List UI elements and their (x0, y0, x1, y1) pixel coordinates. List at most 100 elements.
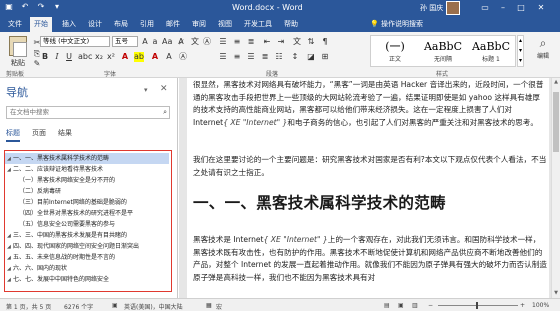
outline-item[interactable]: ◢ 四、四、现代国家的网络空间安全问题日渐突出 (5, 241, 169, 252)
tab-insert[interactable]: 插入 (58, 17, 80, 32)
scroll-down-icon[interactable]: ▼ (552, 289, 560, 297)
nav-tab-headings[interactable]: 标题 (6, 128, 20, 142)
outline-item[interactable]: （二）反病毒研 (5, 186, 169, 197)
outline-item[interactable]: ◢ 一、一、黑客技术属科学技术的范畴 (5, 153, 169, 164)
align-right-icon[interactable]: ☰ (246, 52, 256, 62)
body-paragraph[interactable]: 很显然，黑客技术对网络具有破坏能力，“黑客”一词是由英语 Hacker 音译出来… (193, 79, 547, 129)
document-page[interactable]: 很显然，黑客技术对网络具有破坏能力，“黑客”一词是由英语 Hacker 音译出来… (187, 78, 549, 298)
highlight-icon[interactable]: ab (134, 52, 144, 62)
tab-developer[interactable]: 开发工具 (240, 17, 276, 32)
customize-icon[interactable]: ▾ (52, 2, 62, 12)
styles-more-button[interactable]: ▴ ▾ ▾ (517, 35, 524, 67)
tab-view[interactable]: 视图 (214, 17, 236, 32)
grow-font-icon[interactable]: A (140, 37, 150, 47)
superscript-icon[interactable]: x² (106, 52, 116, 62)
web-layout-icon[interactable]: ▥ (412, 302, 418, 309)
char-border-icon[interactable]: Ⓐ (178, 52, 188, 62)
tell-me-search[interactable]: 💡 操作说明搜索 (370, 17, 423, 32)
close-icon[interactable]: ✕ (160, 84, 168, 94)
zoom-level[interactable]: 100% (532, 302, 549, 309)
nav-options-chevron-icon[interactable]: ▾ (144, 86, 148, 94)
outline-item[interactable]: ◢ 二、二、应该辩证地看待黑客技术 (5, 164, 169, 175)
undo-icon[interactable]: ↶ (20, 2, 30, 12)
proofing-icon[interactable]: ▣ (112, 302, 118, 309)
chinese-layout-icon[interactable]: 文 (292, 37, 302, 47)
tab-mailings[interactable]: 邮件 (162, 17, 184, 32)
tab-file[interactable]: 文件 (4, 17, 26, 32)
enclose-char-icon[interactable]: Ⓐ (202, 37, 212, 47)
shading-icon[interactable]: ◪ (306, 52, 316, 62)
restore-ribbon-icon[interactable]: ▭ (478, 1, 492, 15)
align-center-icon[interactable]: ≡ (232, 52, 242, 62)
user-name[interactable]: 孙 国庆 (420, 3, 443, 13)
scroll-thumb[interactable] (553, 92, 559, 152)
avatar[interactable] (446, 1, 460, 15)
language-indicator[interactable]: 英语(美国)，中国大陆 (124, 302, 183, 311)
phonetic-guide-icon[interactable]: 文 (190, 37, 200, 47)
close-icon[interactable]: ✕ (534, 1, 548, 15)
italic-icon[interactable]: I (52, 52, 62, 62)
underline-icon[interactable]: U (64, 52, 74, 62)
tab-layout[interactable]: 布局 (110, 17, 132, 32)
style-normal[interactable]: (一) 正文 (371, 36, 419, 66)
bold-icon[interactable]: B (40, 52, 50, 62)
macro-icon[interactable]: ▦ (206, 302, 212, 309)
zoom-in-icon[interactable]: + (520, 302, 525, 309)
show-marks-icon[interactable]: ¶ (320, 37, 330, 47)
font-color-icon[interactable]: A (150, 52, 160, 62)
nav-tab-results[interactable]: 结果 (58, 128, 72, 142)
strikethrough-icon[interactable]: abc (78, 52, 92, 62)
multilevel-list-icon[interactable]: ≣ (246, 37, 256, 47)
distributed-icon[interactable]: ☷ (274, 52, 284, 62)
align-left-icon[interactable]: ☰ (218, 52, 228, 62)
tab-review[interactable]: 审阅 (188, 17, 210, 32)
subscript-icon[interactable]: x₂ (94, 52, 104, 62)
sort-icon[interactable]: ⇅ (306, 37, 316, 47)
print-layout-icon[interactable]: ▣ (398, 302, 404, 309)
outline-item[interactable]: （三）目前Internet网络的基础是脆弱的 (5, 197, 169, 208)
save-icon[interactable]: ▣ (4, 2, 14, 12)
maximize-icon[interactable]: □ (514, 1, 528, 15)
search-icon[interactable]: ⌕ (163, 107, 167, 118)
zoom-slider[interactable] (438, 305, 518, 306)
heading-1[interactable]: 一、一、黑客技术属科学技术的范畴 (193, 191, 446, 213)
clear-formatting-icon[interactable]: A̷ (176, 37, 186, 47)
outline-item[interactable]: （五）信息安全公司需要黑客的参与 (5, 219, 169, 230)
redo-icon[interactable]: ↷ (36, 2, 46, 12)
numbering-icon[interactable]: ≡ (232, 37, 242, 47)
body-paragraph[interactable]: 黑客技术是 Internet{ XE "Internet" }上的一个客观存在，… (193, 234, 547, 284)
style-no-spacing[interactable]: AaBbC 无间隔 (419, 36, 467, 66)
style-heading-1[interactable]: AaBbC 标题 1 (467, 36, 515, 66)
tab-design[interactable]: 设计 (84, 17, 106, 32)
font-size-select[interactable]: 五号 (112, 36, 138, 47)
decrease-indent-icon[interactable]: ⇤ (262, 37, 272, 47)
bullets-icon[interactable]: ☰ (218, 37, 228, 47)
tab-home[interactable]: 开始 (30, 17, 52, 32)
zoom-out-icon[interactable]: − (428, 302, 433, 309)
line-spacing-icon[interactable]: ↕ (290, 52, 300, 62)
tab-references[interactable]: 引用 (136, 17, 158, 32)
word-count[interactable]: 6276 个字 (64, 302, 93, 311)
vertical-scrollbar[interactable]: ▲ ▼ (551, 78, 560, 298)
font-name-select[interactable]: 等线 (中文正文) (40, 36, 110, 47)
outline-item[interactable]: （四）全世界对黑客技术的研究进程不是平 (5, 208, 169, 219)
text-effects-icon[interactable]: A (120, 52, 130, 62)
change-case-icon[interactable]: Aa (162, 37, 172, 47)
outline-item[interactable]: ◢ 七、七、发展中中国特色的网络安全 (5, 274, 169, 285)
editing-button[interactable]: ⌕ 编辑 (530, 36, 556, 70)
justify-icon[interactable]: ≣ (260, 52, 270, 62)
char-shading-icon[interactable]: A (164, 52, 174, 62)
outline-item[interactable]: ◢ 三、三、中国的黑客技术发展是有目共睹的 (5, 230, 169, 241)
body-paragraph[interactable]: 我们在这里要讨论的一个主要问题是：研究黑客技术对国家是否有利?本文以下观点仅代表… (193, 154, 547, 179)
increase-indent-icon[interactable]: ⇥ (276, 37, 286, 47)
zoom-slider-thumb[interactable] (476, 302, 478, 309)
tab-help[interactable]: 帮助 (280, 17, 302, 32)
page-indicator[interactable]: 第 1 页，共 5 页 (6, 302, 51, 311)
outline-item[interactable]: （一）黑客技术网络安全是分不开的 (5, 175, 169, 186)
outline-item[interactable]: ◢ 五、五、未来信息战的时期性是不言的 (5, 252, 169, 263)
scroll-up-icon[interactable]: ▲ (552, 78, 560, 86)
outline-item[interactable]: ◢ 六、六、国内的现状 (5, 263, 169, 274)
read-mode-icon[interactable]: ▤ (384, 302, 390, 309)
shrink-font-icon[interactable]: a (150, 37, 160, 47)
paste-button[interactable]: 粘贴 (6, 34, 30, 74)
